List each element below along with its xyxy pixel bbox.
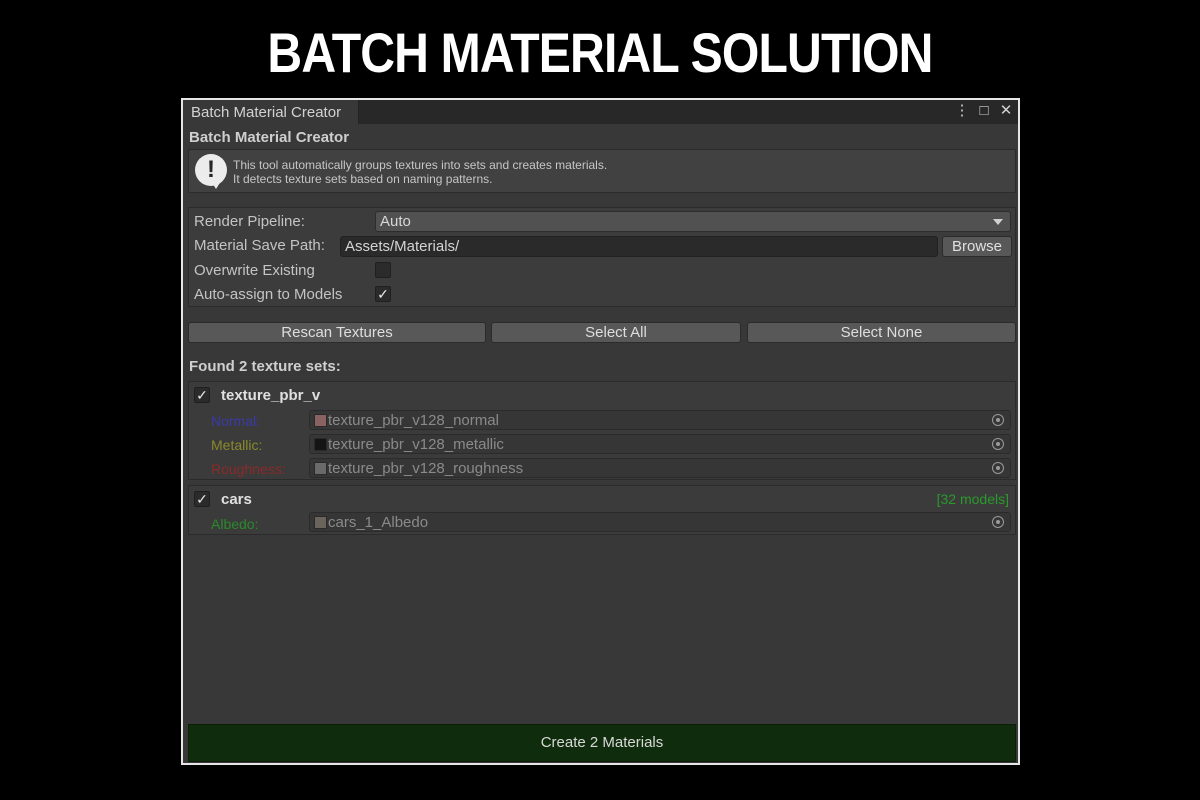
auto-assign-label: Auto-assign to Models xyxy=(194,286,343,303)
texture-file-name: texture_pbr_v128_normal xyxy=(328,412,499,429)
save-path-label: Material Save Path: xyxy=(194,237,325,254)
object-picker-icon[interactable] xyxy=(992,438,1004,450)
render-pipeline-dropdown[interactable]: Auto xyxy=(375,211,1011,232)
texture-file-name: texture_pbr_v128_metallic xyxy=(328,436,504,453)
texture-set-card: ✓ cars [32 models] Albedo: cars_1_Albedo xyxy=(188,485,1016,535)
settings-section: Render Pipeline: Auto Material Save Path… xyxy=(188,207,1016,307)
set-name: texture_pbr_v xyxy=(221,387,321,404)
auto-assign-checkbox[interactable]: ✓ xyxy=(375,286,391,302)
window-titlebar: Batch Material Creator ⋮ □ ✕ xyxy=(183,100,1018,124)
page-title: BATCH MATERIAL SOLUTION xyxy=(267,21,933,84)
batch-material-window: Batch Material Creator ⋮ □ ✕ Batch Mater… xyxy=(181,98,1020,765)
object-picker-icon[interactable] xyxy=(992,462,1004,474)
window-tab[interactable]: Batch Material Creator xyxy=(183,100,359,124)
render-pipeline-value: Auto xyxy=(380,213,411,230)
map-label: Roughness: xyxy=(211,461,286,477)
texture-thumbnail xyxy=(314,462,327,475)
panel-title: Batch Material Creator xyxy=(189,129,350,146)
texture-file-name: cars_1_Albedo xyxy=(328,514,429,531)
checkmark-icon: ✓ xyxy=(196,491,208,507)
render-pipeline-label: Render Pipeline: xyxy=(194,213,305,230)
texture-field[interactable]: texture_pbr_v128_normal xyxy=(309,410,1011,430)
texture-field[interactable]: cars_1_Albedo xyxy=(309,512,1011,532)
texture-thumbnail xyxy=(314,414,327,427)
save-path-field[interactable]: Assets/Materials/ xyxy=(340,236,938,257)
overwrite-checkbox[interactable] xyxy=(375,262,391,278)
info-line: It detects texture sets based on naming … xyxy=(233,172,493,186)
checkmark-icon: ✓ xyxy=(377,286,389,302)
maximize-icon[interactable]: □ xyxy=(976,102,992,120)
object-picker-icon[interactable] xyxy=(992,414,1004,426)
overwrite-label: Overwrite Existing xyxy=(194,262,315,279)
close-icon[interactable]: ✕ xyxy=(998,102,1014,120)
map-label: Albedo: xyxy=(211,516,259,532)
select-none-button[interactable]: Select None xyxy=(747,322,1016,343)
map-label: Metallic: xyxy=(211,437,263,453)
texture-set-card: ✓ texture_pbr_v Normal: texture_pbr_v128… xyxy=(188,381,1016,480)
texture-field[interactable]: texture_pbr_v128_roughness xyxy=(309,458,1011,478)
found-sets-label: Found 2 texture sets: xyxy=(189,358,341,375)
window-controls: ⋮ □ ✕ xyxy=(954,102,1014,120)
set-checkbox[interactable]: ✓ xyxy=(194,387,210,403)
set-models-count: [32 models] xyxy=(936,491,1009,507)
info-icon: ! xyxy=(195,154,227,189)
object-picker-icon[interactable] xyxy=(992,516,1004,528)
info-box: ! This tool automatically groups texture… xyxy=(188,149,1016,193)
chevron-down-icon xyxy=(993,219,1003,225)
texture-thumbnail xyxy=(314,516,327,529)
select-all-button[interactable]: Select All xyxy=(491,322,741,343)
browse-button[interactable]: Browse xyxy=(942,236,1012,257)
info-line: This tool automatically groups textures … xyxy=(233,158,608,172)
set-checkbox[interactable]: ✓ xyxy=(194,491,210,507)
texture-field[interactable]: texture_pbr_v128_metallic xyxy=(309,434,1011,454)
menu-icon[interactable]: ⋮ xyxy=(954,102,970,120)
map-label: Normal: xyxy=(211,413,261,429)
texture-thumbnail xyxy=(314,438,327,451)
rescan-textures-button[interactable]: Rescan Textures xyxy=(188,322,486,343)
set-name: cars xyxy=(221,491,252,508)
info-text: This tool automatically groups textures … xyxy=(233,158,607,186)
checkmark-icon: ✓ xyxy=(196,387,208,403)
create-materials-button[interactable]: Create 2 Materials xyxy=(188,724,1016,762)
texture-file-name: texture_pbr_v128_roughness xyxy=(328,460,524,477)
